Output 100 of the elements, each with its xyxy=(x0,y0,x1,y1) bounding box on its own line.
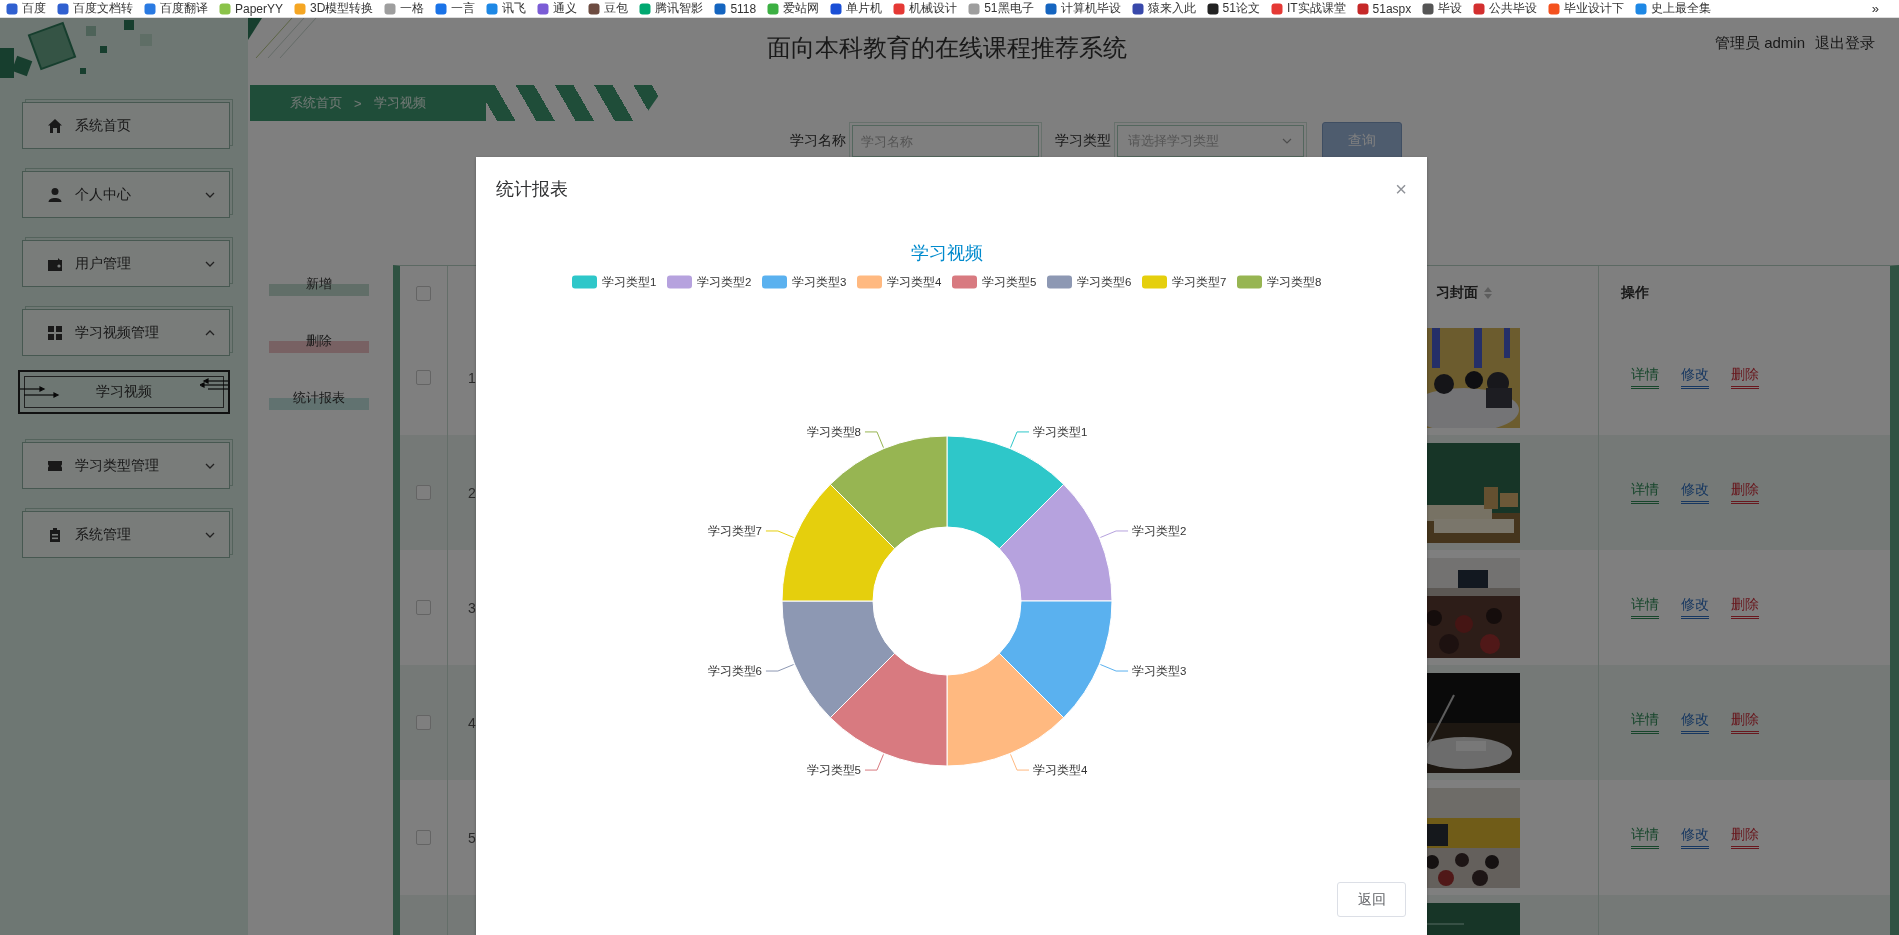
logout-link[interactable]: 退出登录 xyxy=(1815,34,1875,53)
checkbox[interactable] xyxy=(416,285,431,301)
legend-swatch[interactable] xyxy=(762,275,787,289)
bookmark[interactable]: 一格 xyxy=(384,0,425,17)
bookmark[interactable]: 猿来入此 xyxy=(1131,0,1196,17)
menu-item[interactable]: 个人中心 xyxy=(22,171,230,218)
bookmark[interactable]: 爱站网 xyxy=(767,0,820,17)
leader-line xyxy=(1010,753,1030,771)
site-icon xyxy=(57,2,69,15)
bookmark[interactable]: 计算机毕设 xyxy=(1044,0,1121,17)
bookmark[interactable]: 毕业设计下 xyxy=(1548,0,1625,17)
legend-label[interactable]: 学习类型1 xyxy=(602,276,657,288)
slice-label: 学习类型3 xyxy=(1132,665,1187,678)
home-icon xyxy=(47,117,63,134)
legend-label[interactable]: 学习类型8 xyxy=(1267,276,1322,288)
table-cell: 5 xyxy=(468,829,476,846)
corner-stripes-drawing xyxy=(248,18,318,58)
site-icon xyxy=(639,2,652,15)
leader-line xyxy=(1099,664,1129,672)
bookmark[interactable]: 豆包 xyxy=(588,0,629,17)
table-cell: 4 xyxy=(468,714,476,731)
legend-swatch[interactable] xyxy=(1142,275,1167,289)
menu-item[interactable]: 学习类型管理 xyxy=(22,442,230,489)
table-cell: 2 xyxy=(468,484,476,501)
leader-line xyxy=(1099,530,1129,538)
bookmark[interactable]: 51黑电子 xyxy=(968,0,1034,17)
site-icon xyxy=(588,2,601,15)
wallet-icon xyxy=(47,255,63,272)
chart-title: 学习视频 xyxy=(911,243,983,263)
menu-item[interactable]: 系统管理 xyxy=(22,511,230,558)
checkbox[interactable] xyxy=(416,485,431,500)
bookmark[interactable]: 公共毕设 xyxy=(1473,0,1538,17)
sort-icon xyxy=(1484,287,1492,299)
site-icon xyxy=(384,2,397,15)
bookmark[interactable]: IT实战课堂 xyxy=(1270,0,1346,17)
bookmark[interactable]: PaperYY xyxy=(219,1,284,16)
checkbox[interactable] xyxy=(416,600,431,615)
bookmark[interactable]: 单片机 xyxy=(830,0,883,17)
legend-swatch[interactable] xyxy=(1047,275,1072,289)
slice-label: 学习类型6 xyxy=(707,665,762,678)
checkbox[interactable] xyxy=(416,715,431,730)
legend-label[interactable]: 学习类型3 xyxy=(792,276,847,288)
back-button[interactable]: 返回 xyxy=(1337,882,1406,917)
site-icon xyxy=(1473,2,1486,15)
bookmark[interactable]: 通义 xyxy=(537,0,578,17)
menu-item[interactable]: 学习视频管理 xyxy=(22,309,230,356)
legend-swatch[interactable] xyxy=(857,275,882,289)
leader-line xyxy=(765,530,795,538)
site-icon xyxy=(1635,2,1648,15)
menu-item[interactable]: 用户管理 xyxy=(22,240,230,287)
site-icon xyxy=(714,2,727,15)
leader-line xyxy=(864,753,884,771)
site-icon xyxy=(1422,2,1435,15)
legend-swatch[interactable] xyxy=(667,275,692,289)
legend-swatch[interactable] xyxy=(952,275,977,289)
more-bookmarks-button[interactable]: » xyxy=(1871,1,1893,16)
site-icon xyxy=(435,2,448,15)
bookmark[interactable]: 腾讯智影 xyxy=(639,0,704,17)
table-cell: 1 xyxy=(468,369,476,386)
breadcrumb-separator: > xyxy=(354,95,362,111)
field-label: 学习名称 xyxy=(790,132,846,150)
slice-label: 学习类型7 xyxy=(707,524,762,537)
legend-label[interactable]: 学习类型2 xyxy=(697,276,752,288)
bookmark[interactable]: 一言 xyxy=(435,0,476,17)
current-page-label: 学习视频 xyxy=(373,94,426,112)
bookmark[interactable]: 机械设计 xyxy=(893,0,958,17)
bookmark[interactable]: 毕设 xyxy=(1422,0,1463,17)
checkbox[interactable] xyxy=(416,830,431,845)
legend-label[interactable]: 学习类型5 xyxy=(982,276,1037,288)
column-header: 习封面 xyxy=(1436,284,1478,302)
site-icon xyxy=(486,2,499,15)
bookmark[interactable]: 史上最全集 xyxy=(1635,0,1712,17)
legend-label[interactable]: 学习类型7 xyxy=(1172,276,1227,288)
site-icon xyxy=(893,2,906,15)
legend-swatch[interactable] xyxy=(572,275,597,289)
bookmark[interactable]: 百度 xyxy=(6,0,46,17)
clipboard-icon xyxy=(47,526,63,543)
legend-label[interactable]: 学习类型4 xyxy=(887,276,942,288)
site-icon xyxy=(1206,2,1219,15)
slice-label: 学习类型2 xyxy=(1132,524,1187,537)
user-name: 管理员 admin xyxy=(1714,34,1805,53)
grid-icon xyxy=(47,324,63,341)
column-header: 操作 xyxy=(1621,284,1649,302)
submenu-item[interactable]: 学习视频 xyxy=(18,370,230,414)
slice-label: 学习类型8 xyxy=(806,425,861,438)
bookmark[interactable]: 百度文档转 xyxy=(57,0,133,17)
site-icon xyxy=(968,2,981,15)
site-icon xyxy=(144,2,156,15)
legend-swatch[interactable] xyxy=(1237,275,1262,289)
bookmark[interactable]: 3D模型转换 xyxy=(294,0,374,17)
bookmark[interactable]: 51aspx xyxy=(1356,1,1412,16)
site-icon xyxy=(219,2,231,15)
site-icon xyxy=(6,2,18,15)
legend-label[interactable]: 学习类型6 xyxy=(1077,276,1132,288)
bookmark[interactable]: 51论文 xyxy=(1206,0,1260,17)
bookmark[interactable]: 5118 xyxy=(714,1,757,16)
bookmark[interactable]: 百度翻译 xyxy=(144,0,208,17)
menu-item[interactable]: 系统首页 xyxy=(22,102,230,149)
checkbox[interactable] xyxy=(416,370,431,385)
bookmark[interactable]: 讯飞 xyxy=(486,0,527,17)
